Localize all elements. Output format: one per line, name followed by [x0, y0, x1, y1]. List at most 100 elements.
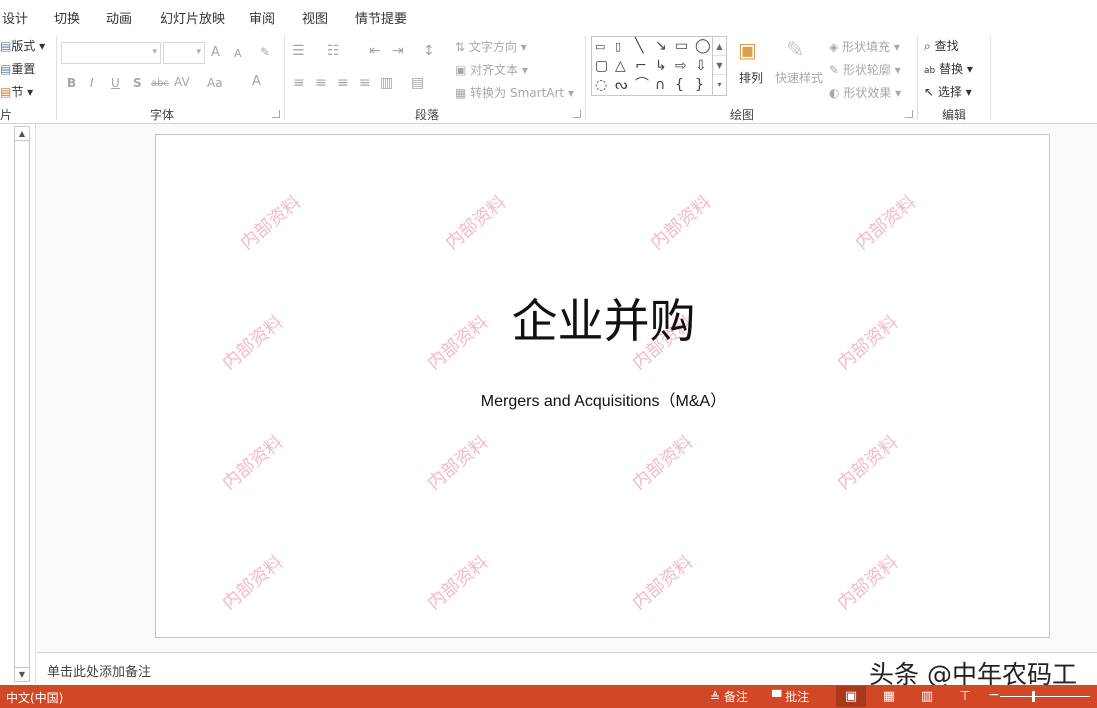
shape-effects-button[interactable]: ◐ 形状效果 ▾ [829, 84, 901, 101]
italic-button[interactable]: I [90, 75, 94, 91]
freeform-shape-icon[interactable]: ◌ [595, 77, 607, 93]
increase-indent-icon[interactable]: ⇥ [392, 43, 404, 59]
drawing-dialog-launcher-icon[interactable] [905, 110, 913, 118]
scroll-down-icon[interactable]: ▼ [713, 56, 726, 75]
slide-sorter-view-button[interactable]: ▦ [874, 686, 904, 707]
select-button[interactable]: ↖ 选择 ▾ [924, 83, 972, 100]
shape-fill-button[interactable]: ◈ 形状填充 ▾ [829, 38, 900, 55]
vertical-textbox-shape-icon[interactable]: ▯ [615, 39, 621, 55]
align-left-icon[interactable]: ≡ [293, 75, 305, 91]
underline-button[interactable]: U [111, 75, 120, 91]
scroll-down-icon[interactable]: ▼ [15, 667, 29, 681]
tab-view[interactable]: 视图 [302, 8, 328, 27]
justify-icon[interactable]: ≡ [359, 75, 371, 91]
zoom-slider[interactable] [1000, 696, 1090, 697]
columns-icon[interactable]: ▤ [411, 75, 424, 91]
right-brace-shape-icon[interactable]: } [695, 77, 704, 93]
font-name-combo[interactable]: ▾ [61, 42, 161, 64]
tab-slideshow[interactable]: 幻灯片放映 [160, 8, 225, 27]
align-text-button[interactable]: ▣ 对齐文本 ▾ [455, 61, 528, 78]
scribble-shape-icon[interactable]: ᔓ [615, 77, 627, 93]
shape-outline-button[interactable]: ✎ 形状轮廓 ▾ [829, 61, 901, 78]
replace-button[interactable]: ab 替换 ▾ [924, 60, 973, 77]
slideshow-view-button[interactable]: ⊤ [950, 686, 980, 707]
char-spacing-button[interactable]: AV [174, 74, 190, 90]
tab-animations[interactable]: 动画 [106, 8, 132, 27]
zoom-slider-thumb[interactable] [1032, 691, 1035, 702]
scroll-up-icon[interactable]: ▲ [15, 127, 29, 141]
slide-canvas[interactable]: 内部资料 内部资料 内部资料 内部资料 内部资料 内部资料 内部资料 内部资料 … [155, 134, 1050, 638]
shadow-button[interactable]: S [133, 75, 142, 91]
separator [284, 36, 285, 120]
shapes-gallery[interactable]: ▭ ▯ ╲ ↘ ▭ ◯ ▢ △ ⌐ ↳ ⇨ ⇩ ◌ ᔓ ⌒ ∩ { } ▲ ▼ … [591, 36, 727, 96]
bullets-icon[interactable]: ☰ [292, 43, 305, 59]
clear-format-icon[interactable]: ✎ [260, 44, 270, 60]
line-spacing-icon[interactable]: ↕ [423, 43, 435, 59]
strikethrough-button[interactable]: abc [151, 76, 169, 92]
editing-group-label: 编辑 [942, 108, 967, 122]
comments-toggle-button[interactable]: ▀ 批注 [772, 688, 809, 705]
numbering-icon[interactable]: ☷ [327, 43, 340, 59]
triangle-shape-icon[interactable]: △ [615, 58, 626, 74]
align-center-icon[interactable]: ≡ [315, 75, 327, 91]
arrow-line-shape-icon[interactable]: ↘ [655, 38, 667, 54]
notes-placeholder[interactable]: 单击此处添加备注 [47, 661, 151, 680]
scroll-up-icon[interactable]: ▲ [713, 37, 726, 56]
layout-button[interactable]: ▤版式 ▾ [0, 37, 45, 54]
font-size-combo[interactable]: ▾ [163, 42, 205, 64]
decrease-indent-icon[interactable]: ⇤ [369, 43, 381, 59]
section-button[interactable]: ▤节 ▾ [0, 83, 33, 100]
font-dialog-launcher-icon[interactable] [272, 110, 280, 118]
distributed-icon[interactable]: ▥ [380, 75, 393, 91]
tab-transitions[interactable]: 切换 [54, 8, 80, 27]
quick-styles-button[interactable]: 快速样式 [775, 69, 823, 86]
separator [56, 36, 57, 120]
reading-view-button[interactable]: ▥ [912, 686, 942, 707]
tab-review[interactable]: 审阅 [249, 8, 275, 27]
font-color-button[interactable]: A [252, 74, 261, 90]
oval-shape-icon[interactable]: ◯ [695, 38, 711, 54]
slide-title[interactable]: 企业并购 [156, 285, 1049, 351]
change-case-button[interactable]: Aa [207, 75, 223, 91]
pen-icon: ✎ [829, 63, 840, 77]
bold-button[interactable]: B [67, 75, 76, 91]
down-arrow-shape-icon[interactable]: ⇩ [695, 58, 707, 74]
paragraph-dialog-launcher-icon[interactable] [573, 110, 581, 118]
chevron-down-icon: ▾ [196, 47, 201, 57]
elbow-arrow-shape-icon[interactable]: ↳ [655, 58, 667, 74]
reset-button[interactable]: ▤重置 [0, 60, 35, 77]
rounded-rect-shape-icon[interactable]: ▢ [595, 58, 608, 74]
language-indicator[interactable]: 中文(中国) [6, 689, 63, 706]
gallery-more-icon[interactable]: ▾ [713, 75, 726, 94]
replace-icon: ab [924, 66, 936, 76]
left-brace-shape-icon[interactable]: { [675, 77, 684, 93]
watermark: 内部资料 [218, 551, 288, 615]
line-shape-icon[interactable]: ╲ [635, 38, 643, 54]
right-arrow-shape-icon[interactable]: ⇨ [675, 58, 687, 74]
grow-font-button[interactable]: A [211, 45, 220, 61]
watermark: 内部资料 [851, 191, 921, 255]
find-button[interactable]: ⌕ 查找 [924, 37, 959, 54]
slide-thumbnail-pane: ▲ ▼ [0, 124, 36, 684]
convert-smartart-button[interactable]: ▦ 转换为 SmartArt ▾ [455, 84, 574, 101]
tab-design[interactable]: 设计 [2, 8, 28, 27]
thumbnail-scrollbar[interactable]: ▲ ▼ [14, 126, 30, 682]
curve-shape-icon[interactable]: ∩ [655, 77, 665, 93]
slide-subtitle[interactable]: Mergers and Acquisitions（M&A） [156, 387, 1049, 411]
arrange-button[interactable]: 排列 [739, 69, 763, 86]
arc-shape-icon[interactable]: ⌒ [635, 77, 649, 93]
gallery-scroll[interactable]: ▲ ▼ ▾ [712, 37, 726, 95]
align-right-icon[interactable]: ≡ [337, 75, 349, 91]
rectangle-shape-icon[interactable]: ▭ [675, 38, 688, 54]
textbox-shape-icon[interactable]: ▭ [595, 39, 605, 55]
shrink-font-button[interactable]: A [234, 46, 242, 62]
notes-pane[interactable]: 单击此处添加备注 头条 @中年农码工 [37, 652, 1097, 689]
ribbon: ▤版式 ▾ ▤重置 ▤节 ▾ 片 ▾ ▾ A A ✎ B I U S abc A… [0, 32, 1097, 124]
text-direction-button[interactable]: ⇅ 文字方向 ▾ [455, 38, 527, 55]
tab-storyboard[interactable]: 情节提要 [355, 8, 407, 27]
watermark: 内部资料 [628, 431, 698, 495]
zoom-out-icon[interactable]: − [988, 687, 1000, 703]
notes-toggle-button[interactable]: ≜ 备注 [710, 688, 748, 705]
elbow-connector-shape-icon[interactable]: ⌐ [635, 58, 647, 74]
normal-view-button[interactable]: ▣ [836, 686, 866, 707]
